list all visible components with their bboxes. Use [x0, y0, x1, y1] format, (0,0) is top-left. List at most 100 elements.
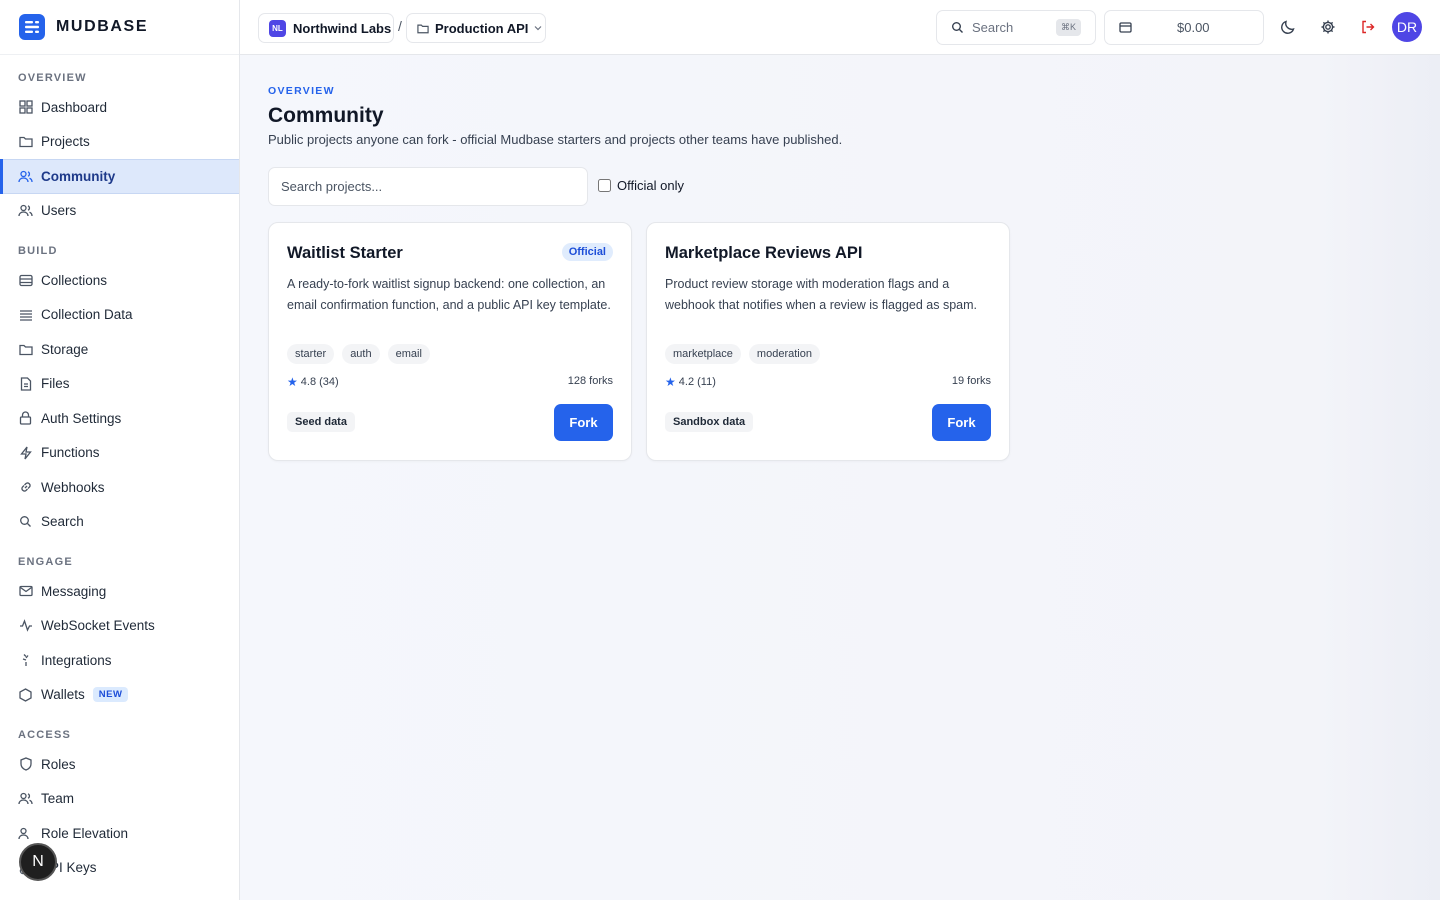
grid-icon [18, 100, 33, 115]
sidebar-item-storage[interactable]: Storage [0, 332, 239, 367]
project-card-description: A ready-to-fork waitlist signup backend:… [287, 277, 611, 312]
sidebar-item-wallets[interactable]: Wallets NEW [0, 678, 239, 713]
sidebar-item-label: Projects [41, 134, 90, 150]
project-switcher[interactable]: Production API [406, 13, 546, 43]
sidebar-item-label: Dashboard [41, 99, 108, 115]
tag: auth [342, 344, 380, 364]
official-only-checkbox[interactable] [598, 179, 611, 192]
rating-value: 4.8 (34) [300, 376, 339, 388]
nav-section-overview: OVERVIEW [18, 72, 87, 84]
sidebar-item-integrations[interactable]: Integrations [0, 643, 239, 678]
sidebar-item-collection-data[interactable]: Collection Data [0, 298, 239, 333]
wallet-amount: $0.00 [1177, 20, 1210, 35]
fork-count: 19 forks [951, 375, 991, 387]
sidebar-item-label: Collection Data [41, 307, 133, 323]
floating-action-button[interactable]: N [19, 843, 57, 881]
sidebar-item-search[interactable]: Search [0, 505, 239, 540]
wallet-balance[interactable]: $0.00 [1104, 10, 1264, 45]
nav-section-build: BUILD [18, 245, 58, 257]
sidebar-item-dashboard[interactable]: Dashboard [0, 90, 239, 125]
sidebar-item-label: Functions [41, 445, 100, 461]
rating: ★ 4.8 (34) [287, 375, 339, 389]
moon-icon[interactable] [1278, 17, 1298, 37]
sidebar-item-users[interactable]: Users [0, 194, 239, 229]
hexagon-icon [18, 687, 33, 702]
brand[interactable]: MUDBASE [0, 0, 239, 55]
list-icon [18, 307, 33, 322]
search-shortcut: ⌘K [1055, 19, 1081, 36]
rating: ★ 4.2 (11) [665, 375, 716, 389]
sidebar-item-label: Files [41, 376, 70, 392]
shield-icon [18, 757, 33, 772]
users-icon [18, 791, 33, 806]
sidebar-item-label: Users [41, 203, 77, 219]
sidebar-item-roles[interactable]: Roles [0, 747, 239, 782]
sidebar-item-auth-settings[interactable]: Auth Settings [0, 401, 239, 436]
project-card-title[interactable]: Marketplace Reviews API [665, 244, 862, 263]
search-projects-input[interactable] [268, 167, 588, 206]
star-icon: ★ [665, 375, 676, 389]
sidebar-item-label: Wallets [41, 687, 85, 703]
search-icon [18, 514, 33, 529]
sidebar-item-community[interactable]: Community [0, 159, 239, 194]
link-icon [18, 480, 33, 495]
org-switcher[interactable]: NL Northwind Labs [258, 13, 394, 43]
fork-button[interactable]: Fork [932, 404, 991, 441]
sidebar-item-team[interactable]: Team [0, 782, 239, 817]
tag-list: marketplace moderation [665, 344, 820, 364]
page-eyebrow: OVERVIEW [268, 85, 335, 97]
sidebar-item-projects[interactable]: Projects [0, 125, 239, 160]
sidebar-item-webhooks[interactable]: Webhooks [0, 470, 239, 505]
global-search[interactable]: Search ⌘K [936, 10, 1096, 45]
sidebar-item-label: Auth Settings [41, 410, 122, 426]
tag: email [387, 344, 430, 364]
logout-icon[interactable] [1358, 17, 1378, 37]
star-icon: ★ [287, 375, 298, 389]
sidebar-item-websocket-events[interactable]: WebSocket Events [0, 609, 239, 644]
sidebar: MUDBASE OVERVIEW Dashboard Projects Comm… [0, 0, 240, 900]
org-name: Northwind Labs [293, 20, 392, 36]
nav-section-access: ACCESS [18, 729, 72, 741]
file-icon [18, 376, 33, 391]
page-title: Community [268, 104, 384, 127]
tag: moderation [748, 344, 820, 364]
fork-count: 128 forks [567, 375, 613, 387]
database-icon [18, 273, 33, 288]
sidebar-item-label: Search [41, 514, 84, 530]
users-icon [18, 169, 33, 184]
sidebar-item-label: Role Elevation [41, 825, 129, 841]
project-name: Production API [435, 20, 529, 36]
official-only-filter[interactable]: Official only [598, 178, 684, 193]
user-avatar[interactable]: DR [1392, 12, 1422, 42]
sidebar-item-collections[interactable]: Collections [0, 263, 239, 298]
sidebar-item-label: Webhooks [41, 479, 105, 495]
org-avatar: NL [269, 19, 286, 37]
search-label: Search [972, 20, 1014, 35]
main-content: OVERVIEW Community Public projects anyon… [240, 55, 1440, 900]
sidebar-item-label: Messaging [41, 583, 107, 599]
wallet-icon [1119, 22, 1132, 33]
search-icon [951, 21, 964, 34]
official-only-label: Official only [617, 178, 684, 193]
rating-value: 4.2 (11) [678, 376, 716, 388]
gear-icon[interactable] [1318, 17, 1338, 37]
folder-icon [18, 134, 33, 149]
sidebar-item-label: Integrations [41, 652, 112, 668]
breadcrumb-separator: / [398, 18, 402, 34]
sidebar-item-functions[interactable]: Functions [0, 436, 239, 471]
project-card: Marketplace Reviews API Product review s… [646, 222, 1010, 461]
activity-icon [18, 618, 33, 633]
fork-button[interactable]: Fork [554, 404, 613, 441]
users-icon [18, 826, 33, 841]
sidebar-item-files[interactable]: Files [0, 367, 239, 402]
zap-icon [18, 445, 33, 460]
users-icon [18, 203, 33, 218]
sidebar-item-messaging[interactable]: Messaging [0, 574, 239, 609]
project-card-title[interactable]: Waitlist Starter [287, 244, 403, 263]
nav-section-engage: ENGAGE [18, 556, 73, 568]
tag-list: starter auth email [287, 344, 430, 364]
data-type-badge: Sandbox data [665, 412, 754, 432]
page-description: Public projects anyone can fork - offici… [268, 132, 843, 147]
brand-name: MUDBASE [56, 18, 149, 35]
lock-icon [18, 411, 33, 426]
